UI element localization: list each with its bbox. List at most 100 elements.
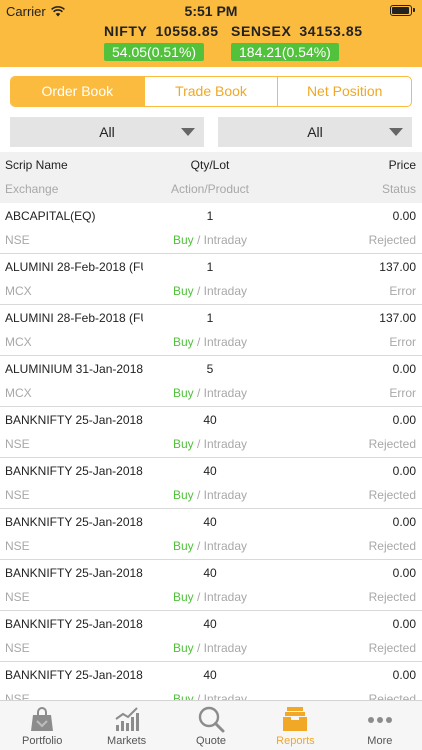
header-status: Status — [381, 182, 416, 196]
dropdown-caret-icon — [181, 128, 195, 136]
status-filter-dropdown[interactable]: All — [218, 117, 412, 147]
order-exchange: MCX — [5, 386, 32, 400]
order-action-product: Buy / Intraday — [140, 692, 280, 700]
order-action: Buy — [172, 335, 194, 349]
order-action: Buy — [172, 437, 194, 451]
dropdown-caret-icon — [389, 128, 403, 136]
order-status: Error — [389, 335, 416, 349]
order-action: Buy — [172, 386, 194, 400]
order-product: / Intraday — [193, 335, 248, 349]
app-header: Carrier 5:51 PM NIFTY 10558.85 54.05(0.51… — [0, 0, 422, 67]
order-row[interactable]: ALUMINI 28-Feb-2018 (FUT) 1 137.00 MCX Buy /… — [0, 254, 422, 305]
scrip-name: BANKNIFTY 25-Jan-2018 — [5, 566, 143, 580]
order-action: Buy — [172, 641, 194, 655]
order-status: Rejected — [368, 590, 416, 604]
order-row[interactable]: ABCAPITAL(EQ) 1 0.00 NSE Buy / Intraday Rejec… — [0, 203, 422, 254]
clock: 5:51 PM — [184, 3, 238, 19]
index-sensex[interactable]: SENSEX 34153.85 184.21(0.54%) — [231, 23, 363, 62]
order-price: 0.00 — [392, 566, 416, 580]
tab-more[interactable]: More — [338, 701, 422, 750]
order-exchange: NSE — [5, 590, 30, 604]
order-qty: 40 — [203, 515, 217, 529]
scrip-name: BANKNIFTY 25-Jan-2018 — [5, 464, 143, 478]
scrip-name: BANKNIFTY 25-Jan-2018 — [5, 413, 143, 427]
order-price: 0.00 — [392, 413, 416, 427]
bottom-tab-bar: Portfolio Markets Quote Reports More — [0, 700, 422, 750]
index-change-badge: 54.05(0.51%) — [104, 43, 205, 61]
scrip-name: BANKNIFTY 25-Jan-2018 — [5, 515, 143, 529]
order-qty: 5 — [206, 362, 214, 376]
order-price: 0.00 — [392, 209, 416, 223]
order-row[interactable]: ALUMINIUM 31-Jan-2018 5 0.00 MCX Buy / Intra… — [0, 356, 422, 407]
order-qty: 1 — [206, 209, 214, 223]
order-exchange: NSE — [5, 437, 30, 451]
order-status: Rejected — [368, 437, 416, 451]
order-price: 0.00 — [392, 464, 416, 478]
order-qty: 40 — [203, 668, 217, 682]
order-status: Rejected — [368, 539, 416, 553]
order-price: 0.00 — [392, 617, 416, 631]
markets-chart-icon — [115, 707, 139, 731]
order-action-product: Buy / Intraday — [140, 590, 280, 604]
index-value: 10558.85 — [155, 23, 219, 39]
index-name: NIFTY — [104, 23, 148, 39]
tab-label: More — [367, 735, 393, 747]
order-price: 0.00 — [392, 668, 416, 682]
tab-label: Reports — [276, 735, 315, 747]
tab-reports[interactable]: Reports — [253, 701, 337, 750]
order-product: / Intraday — [193, 233, 248, 247]
order-action-product: Buy / Intraday — [140, 488, 280, 502]
order-row[interactable]: BANKNIFTY 25-Jan-2018 40 0.00 NSE Buy / Intr… — [0, 458, 422, 509]
order-action-product: Buy / Intraday — [140, 335, 280, 349]
order-row[interactable]: BANKNIFTY 25-Jan-2018 40 0.00 NSE Buy / Intr… — [0, 509, 422, 560]
portfolio-bag-icon — [31, 707, 54, 731]
order-row[interactable]: BANKNIFTY 25-Jan-2018 40 0.00 NSE Buy / Intr… — [0, 611, 422, 662]
reports-tray-icon — [283, 707, 308, 731]
order-status: Rejected — [368, 692, 416, 700]
tab-markets[interactable]: Markets — [84, 701, 168, 750]
order-book-table[interactable]: Scrip Name Qty/Lot Price Exchange Action… — [0, 152, 422, 700]
tab-portfolio[interactable]: Portfolio — [0, 701, 84, 750]
segment-net-position[interactable]: Net Position — [278, 77, 411, 106]
index-change-badge: 184.21(0.54%) — [231, 43, 339, 61]
order-action-product: Buy / Intraday — [140, 386, 280, 400]
order-product: / Intraday — [193, 437, 248, 451]
index-name: SENSEX — [231, 23, 292, 39]
order-action-product: Buy / Intraday — [140, 641, 280, 655]
order-exchange: NSE — [5, 488, 30, 502]
scrip-name: BANKNIFTY 25-Jan-2018 — [5, 668, 143, 682]
battery-icon — [390, 5, 415, 16]
order-exchange: NSE — [5, 641, 30, 655]
order-product: / Intraday — [193, 692, 248, 700]
scrip-name: ALUMINI 28-Feb-2018 (FUT) — [5, 311, 143, 325]
order-row[interactable]: BANKNIFTY 25-Jan-2018 40 0.00 NSE Buy / Intr… — [0, 560, 422, 611]
order-action: Buy — [172, 539, 194, 553]
order-action: Buy — [172, 488, 194, 502]
order-status: Rejected — [368, 233, 416, 247]
order-action-product: Buy / Intraday — [140, 539, 280, 553]
table-header: Scrip Name Qty/Lot Price Exchange Action… — [0, 152, 422, 203]
index-nifty[interactable]: NIFTY 10558.85 54.05(0.51%) — [104, 23, 219, 62]
header-exchange: Exchange — [5, 182, 59, 196]
order-exchange: NSE — [5, 233, 30, 247]
header-price: Price — [388, 158, 416, 172]
status-bar: Carrier 5:51 PM — [0, 0, 422, 22]
order-action: Buy — [172, 233, 194, 247]
order-status: Error — [389, 386, 416, 400]
exchange-filter-dropdown[interactable]: All — [10, 117, 204, 147]
order-product: / Intraday — [193, 488, 248, 502]
scrip-name: ABCAPITAL(EQ) — [5, 209, 96, 223]
order-product: / Intraday — [193, 386, 248, 400]
order-price: 137.00 — [379, 311, 416, 325]
order-row[interactable]: ALUMINI 28-Feb-2018 (FUT) 1 137.00 MCX Buy /… — [0, 305, 422, 356]
scrip-name: BANKNIFTY 25-Jan-2018 — [5, 617, 143, 631]
order-row[interactable]: BANKNIFTY 25-Jan-2018 40 0.00 NSE Buy / Intr… — [0, 662, 422, 700]
tab-label: Portfolio — [22, 735, 63, 747]
tab-quote[interactable]: Quote — [169, 701, 253, 750]
order-exchange: MCX — [5, 335, 32, 349]
order-row[interactable]: BANKNIFTY 25-Jan-2018 40 0.00 NSE Buy / Intr… — [0, 407, 422, 458]
order-qty: 40 — [203, 617, 217, 631]
segment-trade-book[interactable]: Trade Book — [145, 77, 279, 106]
header-qty-lot: Qty/Lot — [190, 158, 230, 172]
segment-order-book[interactable]: Order Book — [11, 77, 145, 106]
